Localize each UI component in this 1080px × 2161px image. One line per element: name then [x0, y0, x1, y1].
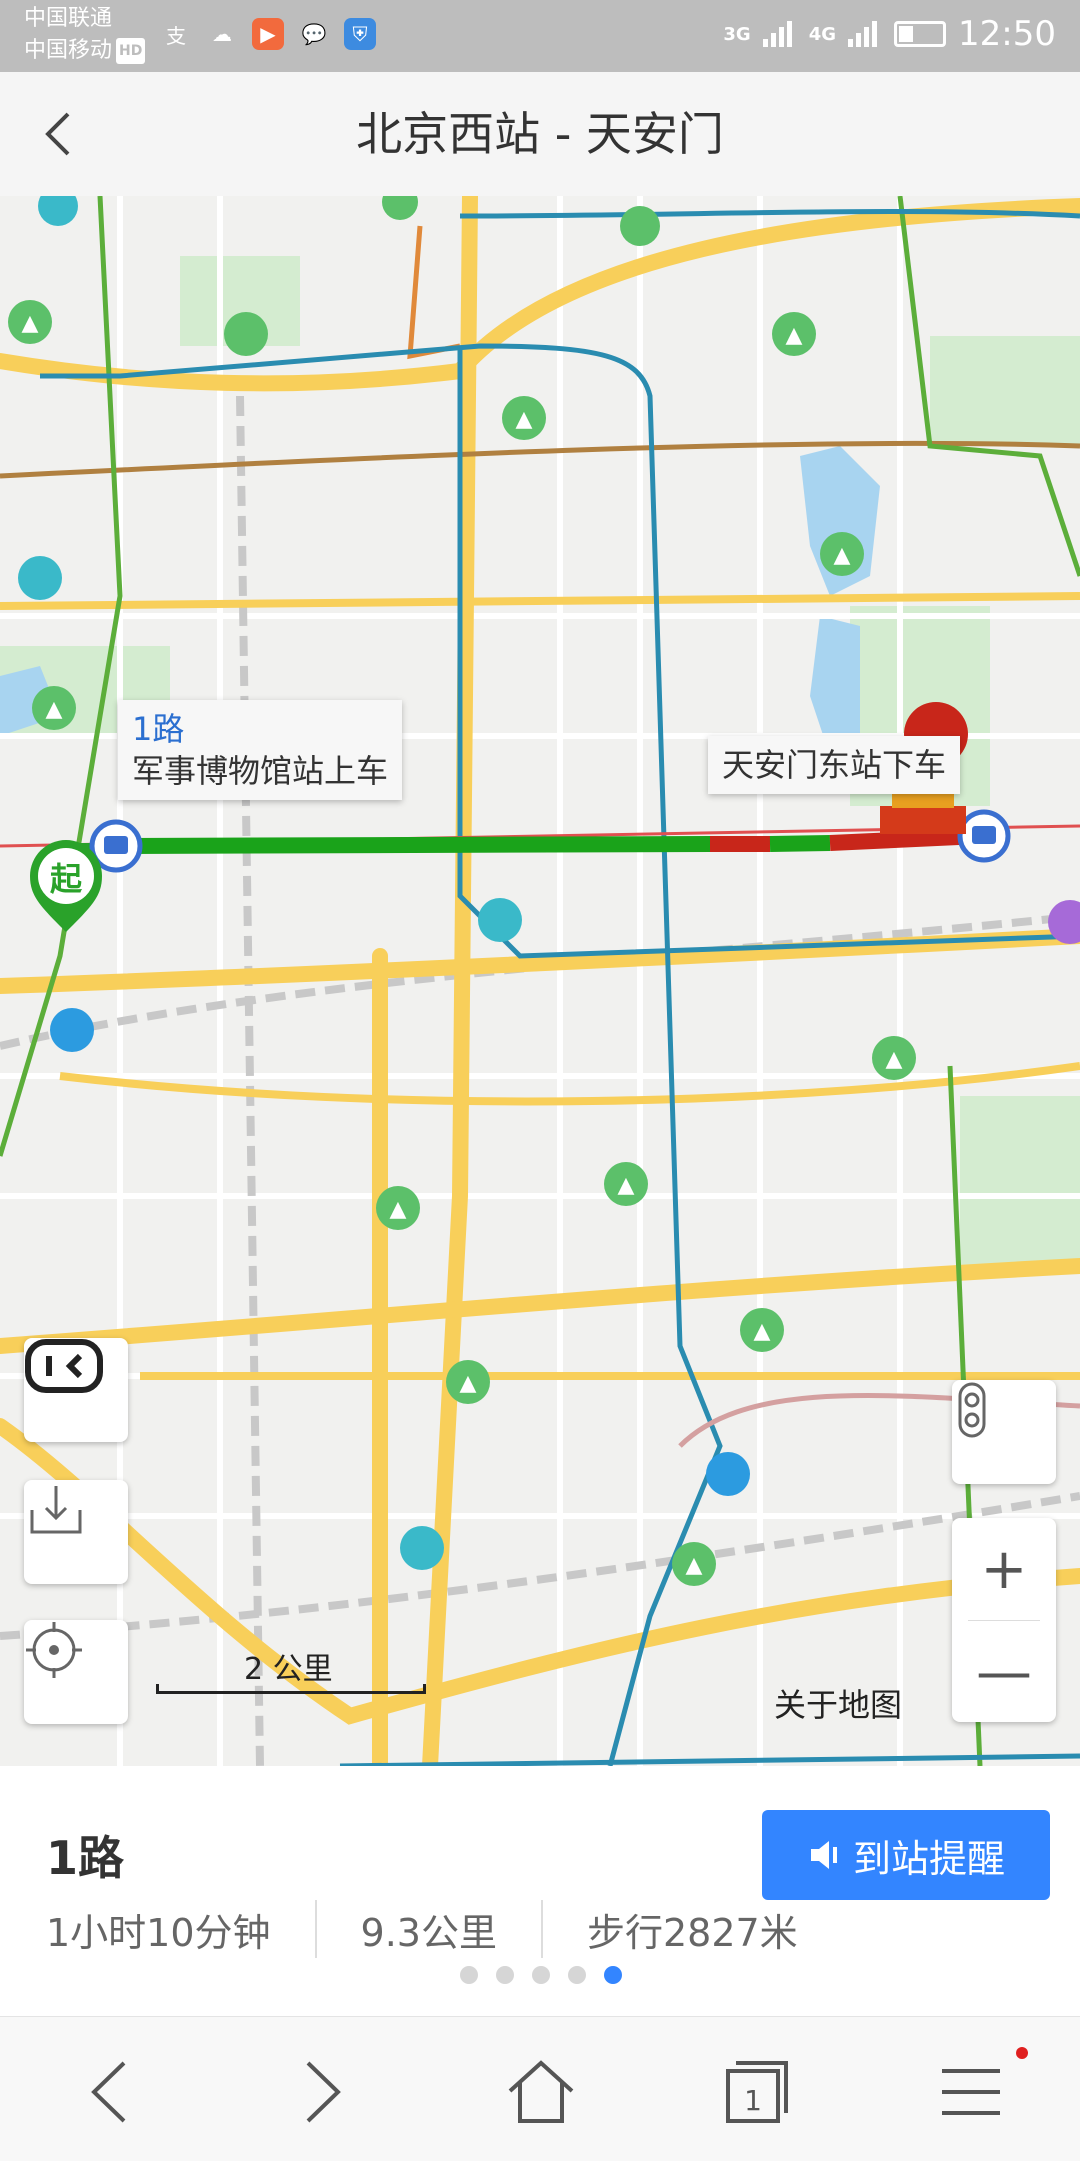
carrier-1: 中国联通 — [24, 6, 113, 31]
panorama-icon — [25, 1339, 103, 1393]
svg-text:▲: ▲ — [46, 697, 63, 722]
signal-icon-2: 4G — [808, 23, 837, 45]
route-stats: 1小时10分钟 9.3公里 步行2827米 — [46, 1900, 798, 1958]
battery-icon — [894, 21, 947, 47]
svg-text:▲: ▲ — [686, 1553, 703, 1578]
carrier-2-label: 中国移动 — [24, 38, 113, 63]
notification-icons: 支 ☁ ▶ 💬 ⛨ — [160, 18, 376, 50]
svg-text:▲: ▲ — [786, 323, 803, 348]
zoom-out-button[interactable]: — — [952, 1621, 1056, 1723]
street-view-button[interactable] — [24, 1338, 128, 1442]
arrival-reminder-button[interactable]: 到站提醒 — [762, 1810, 1050, 1900]
svg-text:▲: ▲ — [834, 543, 851, 568]
page-dot[interactable] — [460, 1966, 478, 1984]
arrival-reminder-label: 到站提醒 — [852, 1836, 1005, 1881]
app-header: 北京西站 - 天安门 — [0, 72, 1080, 197]
boarding-route-label: 1路 — [132, 710, 185, 748]
zoom-controls: + — — [952, 1518, 1056, 1722]
map-canvas: ▲ ▲ ▲ ▲ ▲ ▲ ▲ ▲ ▲ ▲ ▲ — [0, 196, 1080, 1766]
status-right: 3G 4G 12:50 — [723, 14, 1056, 54]
nav-forward-button[interactable] — [278, 2047, 368, 2137]
page-dot-active[interactable] — [604, 1966, 622, 1984]
signal-bars-icon-2 — [848, 21, 878, 47]
duration: 1小时10分钟 — [46, 1910, 271, 1955]
stats-divider — [540, 1900, 543, 1958]
svg-text:▲: ▲ — [516, 407, 533, 432]
home-icon — [508, 2060, 574, 2123]
notification-dot — [1016, 2047, 1028, 2059]
speaker-icon — [810, 1841, 837, 1869]
download-icon — [30, 1486, 82, 1534]
locate-button[interactable] — [24, 1620, 128, 1724]
distance: 9.3公里 — [360, 1910, 497, 1955]
svg-text:▲: ▲ — [460, 1371, 477, 1396]
video-app-icon: ▶ — [252, 18, 284, 50]
browser-nav-bar: 1 — [0, 2016, 1080, 2161]
svg-text:▲: ▲ — [618, 1173, 635, 1198]
traffic-light-icon — [958, 1382, 986, 1438]
offline-download-button[interactable] — [24, 1480, 128, 1584]
signal-bars-icon — [762, 21, 792, 47]
hd-badge: HD — [116, 38, 146, 64]
alight-text: 天安门东站下车 — [722, 746, 947, 784]
menu-icon — [942, 2069, 1000, 2115]
route-name: 1路 — [46, 1831, 125, 1885]
message-icon: 💬 — [301, 22, 327, 46]
nav-home-button[interactable] — [496, 2047, 586, 2137]
zoom-in-button[interactable]: + — [952, 1518, 1056, 1620]
tab-count: 1 — [744, 2083, 762, 2117]
page-dot[interactable] — [532, 1966, 550, 1984]
page-title: 北京西站 - 天安门 — [356, 107, 724, 161]
weather-cloud-icon: ☁ — [212, 22, 232, 46]
about-map-link[interactable]: 关于地图 — [774, 1680, 902, 1726]
stats-divider — [314, 1900, 317, 1958]
chevron-right-icon — [306, 2061, 341, 2123]
alight-callout[interactable]: 天安门东站下车 — [708, 736, 961, 794]
locate-icon — [26, 1622, 82, 1678]
walk-distance: 步行2827米 — [586, 1910, 798, 1955]
shield-icon: ⛨ — [344, 18, 376, 50]
chevron-left-icon — [91, 2061, 126, 2123]
clock: 12:50 — [958, 14, 1056, 54]
scale-label: 2 公里 — [244, 1652, 333, 1687]
route-summary-card[interactable]: 1路 到站提醒 1小时10分钟 9.3公里 步行2827米 — [0, 1766, 1080, 2016]
traffic-toggle-button[interactable] — [952, 1380, 1056, 1484]
svg-text:▲: ▲ — [886, 1047, 903, 1072]
svg-text:▲: ▲ — [390, 1197, 407, 1222]
alipay-icon: 支 — [166, 23, 186, 48]
page-dot[interactable] — [496, 1966, 514, 1984]
nav-back-button[interactable] — [64, 2047, 154, 2137]
map-view[interactable]: ▲ ▲ ▲ ▲ ▲ ▲ ▲ ▲ ▲ ▲ ▲ 起 1路 军事博物馆站上车 天安门东站下车 — [0, 196, 1080, 1766]
svg-text:▲: ▲ — [754, 1319, 771, 1344]
start-marker-label[interactable]: 起 — [44, 854, 88, 900]
svg-text:▲: ▲ — [22, 311, 39, 336]
carrier-2: 中国移动 HD — [24, 38, 146, 64]
nav-menu-button[interactable] — [926, 2047, 1028, 2137]
boarding-callout[interactable]: 1路 军事博物馆站上车 — [118, 700, 403, 800]
scale-bar — [156, 1684, 426, 1694]
nav-tabs-button[interactable]: 1 — [712, 2047, 802, 2137]
page-indicator — [460, 1966, 622, 1984]
boarding-text: 军事博物馆站上车 — [132, 752, 389, 790]
status-bar: 中国联通 中国移动 HD 支 ☁ ▶ 💬 ⛨ 3G 4G 12:50 — [0, 0, 1080, 72]
signal-icon-1: 3G — [723, 23, 751, 45]
page-dot[interactable] — [568, 1966, 586, 1984]
